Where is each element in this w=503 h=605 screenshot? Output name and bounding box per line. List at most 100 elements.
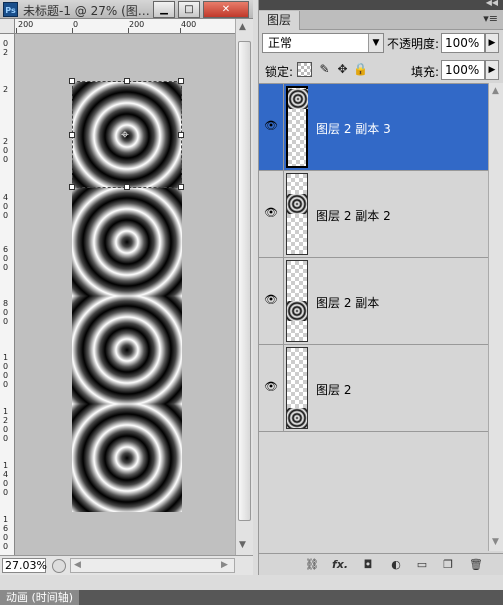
concentric-rings-tile[interactable] bbox=[72, 404, 182, 512]
photoshop-icon: Ps bbox=[3, 2, 18, 17]
layer-row[interactable]: 👁 图层 2 副本 bbox=[259, 258, 488, 345]
status-info-icon[interactable] bbox=[52, 559, 66, 573]
eye-icon[interactable]: 👁 bbox=[264, 120, 278, 132]
eye-icon[interactable]: 👁 bbox=[264, 294, 278, 306]
ruler-v-label: 2 bbox=[3, 416, 9, 425]
lock-transparent-pixels-icon[interactable] bbox=[297, 62, 312, 77]
ruler-v-label: 0 bbox=[3, 155, 9, 164]
ruler-v-label: 6 bbox=[3, 524, 9, 533]
ruler-v-label: 0 bbox=[3, 362, 9, 371]
layer-thumbnail[interactable] bbox=[286, 173, 308, 255]
panel-collapse-bar[interactable]: ◀◀ bbox=[259, 0, 503, 10]
opacity-label: 不透明度: bbox=[387, 37, 440, 51]
scroll-down-arrow-icon[interactable]: ▼ bbox=[492, 537, 499, 547]
layer-name[interactable]: 图层 2 副本 2 bbox=[316, 207, 391, 224]
group-folder-icon[interactable]: ▭ bbox=[413, 557, 431, 573]
trash-icon[interactable]: 🗑 bbox=[467, 557, 485, 573]
zoom-level-field[interactable]: 27.03% bbox=[2, 558, 47, 573]
transform-handle-top-left[interactable] bbox=[69, 78, 75, 84]
panel-menu-icon[interactable]: ▾≡ bbox=[483, 12, 498, 25]
maximize-button[interactable]: □ bbox=[178, 1, 200, 18]
canvas-area[interactable]: ⌖ bbox=[15, 34, 235, 555]
ruler-v-label: 0 bbox=[3, 434, 9, 443]
blend-mode-value: 正常 bbox=[268, 36, 293, 50]
minimize-button[interactable]: ▁ bbox=[153, 1, 175, 18]
ruler-v-label: 0 bbox=[3, 146, 9, 155]
ruler-v-label: 0 bbox=[3, 479, 9, 488]
layer-name[interactable]: 图层 2 副本 bbox=[316, 294, 379, 311]
layer-thumbnail[interactable] bbox=[286, 347, 308, 429]
ruler-origin[interactable] bbox=[0, 19, 15, 34]
layer-thumbnail[interactable] bbox=[286, 86, 308, 168]
lock-image-pixels-icon[interactable]: ✎ bbox=[317, 62, 332, 77]
reference-point-crosshair-icon[interactable]: ⌖ bbox=[117, 127, 133, 143]
lock-position-icon[interactable]: ✥ bbox=[335, 62, 350, 77]
scroll-down-arrow-icon[interactable]: ▼ bbox=[239, 540, 246, 550]
mask-icon[interactable]: ◘ bbox=[359, 557, 377, 573]
opacity-slider-arrow-icon[interactable]: ▶ bbox=[485, 33, 499, 53]
ruler-v-label: 0 bbox=[3, 533, 9, 542]
layer-name[interactable]: 图层 2 bbox=[316, 381, 351, 398]
eye-icon[interactable]: 👁 bbox=[264, 207, 278, 219]
tab-layers[interactable]: 图层 bbox=[259, 11, 301, 30]
collapse-arrows-icon[interactable]: ◀◀ bbox=[486, 0, 498, 7]
new-layer-icon[interactable]: ❐ bbox=[439, 557, 457, 573]
layer-thumbnail[interactable] bbox=[286, 260, 308, 342]
ruler-v-label: 0 bbox=[3, 317, 9, 326]
document-vertical-scrollbar[interactable]: ▲ ▼ bbox=[235, 19, 253, 555]
panel-tab-bar: 图层 ▾≡ bbox=[259, 10, 503, 30]
scroll-left-arrow-icon[interactable]: ◀ bbox=[74, 559, 81, 572]
document-horizontal-scrollbar[interactable]: ◀ ▶ bbox=[70, 558, 235, 573]
close-button[interactable]: ✕ bbox=[203, 1, 249, 18]
ruler-h-label: 200 bbox=[18, 20, 34, 29]
scroll-up-arrow-icon[interactable]: ▲ bbox=[239, 22, 246, 32]
ruler-v-label: 0 bbox=[3, 202, 9, 211]
scroll-up-arrow-icon[interactable]: ▲ bbox=[492, 86, 499, 96]
scroll-right-arrow-icon[interactable]: ▶ bbox=[221, 559, 228, 572]
ruler-v-label: 0 bbox=[3, 380, 9, 389]
ruler-v-label: 0 bbox=[3, 263, 9, 272]
layer-row[interactable]: 👁 图层 2 副本 2 bbox=[259, 171, 488, 258]
opacity-input[interactable]: 100% bbox=[441, 33, 485, 53]
eye-icon[interactable]: 👁 bbox=[264, 381, 278, 393]
transform-handle-right[interactable] bbox=[178, 132, 184, 138]
blend-mode-select[interactable]: 正常 ▼ bbox=[262, 33, 384, 53]
fill-slider-arrow-icon[interactable]: ▶ bbox=[485, 60, 499, 80]
vertical-ruler[interactable]: 0 2 2 2 0 0 4 0 0 6 0 0 8 0 0 1 0 0 0 1 … bbox=[0, 34, 15, 555]
ruler-v-label: 0 bbox=[3, 211, 9, 220]
scroll-thumb[interactable] bbox=[238, 41, 251, 521]
bottom-panel-bar: 动画 (时间轴) bbox=[0, 590, 503, 605]
ruler-v-label: 8 bbox=[3, 299, 9, 308]
layer-row[interactable]: 👁 图层 2 副本 3 bbox=[259, 84, 488, 171]
transform-handle-top[interactable] bbox=[124, 78, 130, 84]
transform-handle-bottom-left[interactable] bbox=[69, 184, 75, 190]
document-titlebar[interactable]: Ps 未标题-1 @ 27% (图… ▁ □ ✕ bbox=[0, 0, 253, 19]
lock-all-icon[interactable]: 🔒 bbox=[353, 62, 368, 77]
concentric-rings-tile[interactable] bbox=[72, 188, 182, 296]
ruler-v-label: 4 bbox=[3, 193, 9, 202]
ruler-v-label: 4 bbox=[3, 470, 9, 479]
transform-handle-bottom-right[interactable] bbox=[178, 184, 184, 190]
tab-animation-timeline[interactable]: 动画 (时间轴) bbox=[0, 590, 80, 605]
adjustment-icon[interactable]: ◐ bbox=[387, 557, 405, 573]
thumbnail-rings bbox=[288, 89, 308, 109]
ruler-v-label: 1 bbox=[3, 461, 9, 470]
fx-icon[interactable]: fx. bbox=[331, 557, 349, 573]
fill-input[interactable]: 100% bbox=[441, 60, 485, 80]
concentric-rings-tile[interactable] bbox=[72, 296, 182, 404]
ruler-v-label: 0 bbox=[3, 542, 9, 551]
layers-vertical-scrollbar[interactable]: ▲ ▼ bbox=[488, 83, 503, 551]
transform-handle-bottom[interactable] bbox=[124, 184, 130, 190]
ruler-v-label: 1 bbox=[3, 353, 9, 362]
transform-handle-top-right[interactable] bbox=[178, 78, 184, 84]
transform-handle-left[interactable] bbox=[69, 132, 75, 138]
link-icon[interactable]: ⛓ bbox=[303, 557, 321, 573]
layer-row[interactable]: 👁 图层 2 bbox=[259, 345, 488, 432]
horizontal-ruler[interactable]: 200 0 200 400 bbox=[15, 19, 235, 34]
ruler-h-label: 400 bbox=[181, 20, 197, 29]
divider bbox=[283, 84, 284, 171]
layer-name[interactable]: 图层 2 副本 3 bbox=[316, 120, 391, 137]
ruler-v-label: 2 bbox=[3, 137, 9, 146]
ruler-v-label: 6 bbox=[3, 245, 9, 254]
layers-panel: ◀◀ 图层 ▾≡ 正常 ▼ 不透明度: 100% ▶ 锁定: ✎ ✥ 🔒 填充:… bbox=[258, 0, 503, 575]
